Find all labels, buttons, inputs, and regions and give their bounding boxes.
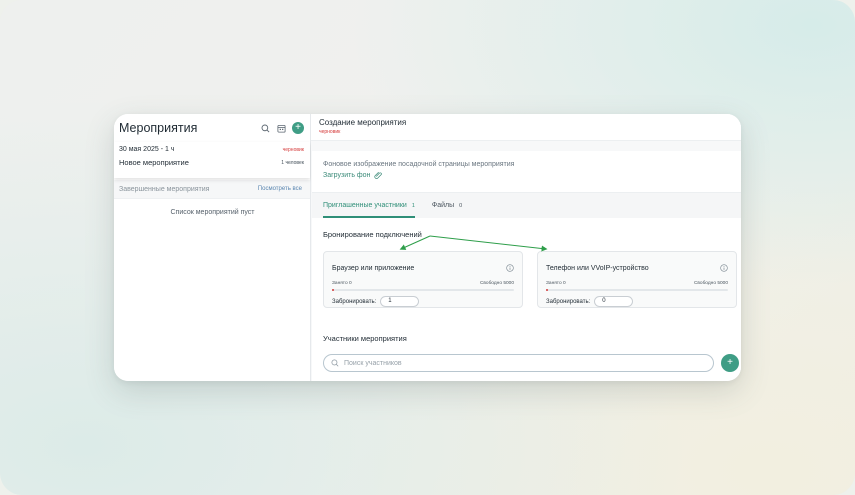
participants-title: Участники мероприятия: [323, 334, 407, 343]
completed-events-section: Завершенные мероприятия Посмотреть все: [114, 180, 310, 199]
editor-header: Создание мероприятия черновик: [311, 114, 741, 141]
card-title: Браузер или приложение: [332, 264, 415, 272]
phone-booking-card: Телефон или VVoIP-устройство Занято 0 Св…: [537, 251, 737, 308]
search-icon: [331, 359, 339, 367]
info-icon[interactable]: [720, 259, 728, 277]
tab-label: Файлы: [431, 202, 455, 209]
view-all-link[interactable]: Посмотреть все: [258, 186, 302, 192]
search-icon[interactable]: [259, 122, 271, 134]
calendar-icon[interactable]: [275, 122, 287, 134]
editor-tabs: Приглашенные участники 1 Файлы 0: [312, 192, 741, 218]
add-participant-button[interactable]: +: [721, 354, 739, 372]
event-name: Новое мероприятие: [119, 158, 189, 167]
info-icon[interactable]: [506, 259, 514, 277]
busy-count: Занято 0: [332, 281, 352, 286]
editor-content: Фоновое изображение посадочной страницы …: [312, 151, 741, 381]
event-list-item[interactable]: 30 мая 2025 - 1 ч черновик Новое меропри…: [114, 142, 310, 178]
browser-booking-card: Браузер или приложение Занято 0 Свободно…: [323, 251, 523, 308]
empty-list-message: Список мероприятий пуст: [170, 209, 255, 216]
background-section: Фоновое изображение посадочной страницы …: [312, 151, 741, 192]
event-status-badge: черновик: [282, 146, 304, 153]
tab-count: 0: [459, 202, 463, 209]
events-sidebar: Мероприятия + 30 мая 2025 - 1 ч черновик…: [114, 114, 311, 381]
tab-label: Приглашенные участники: [323, 202, 407, 209]
book-label: Забронировать:: [332, 298, 377, 305]
tab-invited-participants[interactable]: Приглашенные участники 1: [323, 193, 415, 218]
event-participants-count: 1 человек: [281, 159, 304, 166]
background-label: Фоновое изображение посадочной страницы …: [323, 161, 515, 168]
busy-count: Занято 0: [546, 281, 566, 286]
phone-booking-input[interactable]: 0: [594, 296, 634, 307]
free-count: Свободно 5000: [479, 281, 514, 286]
free-count: Свободно 5000: [693, 281, 728, 286]
upload-background-label: Загрузить фон: [323, 171, 371, 179]
usage-bar: [546, 289, 728, 291]
book-label: Забронировать:: [546, 298, 591, 305]
paperclip-icon: [374, 172, 383, 179]
draft-status: черновик: [319, 129, 341, 135]
completed-events-title: Завершенные мероприятия: [119, 185, 210, 193]
upload-background-link[interactable]: Загрузить фон: [323, 171, 730, 179]
sidebar-title: Мероприятия: [119, 121, 198, 135]
tab-count: 1: [411, 202, 415, 209]
sidebar-header: Мероприятия +: [114, 114, 310, 142]
browser-booking-input[interactable]: 1: [380, 296, 420, 307]
booking-title: Бронирование подключений: [323, 230, 422, 239]
app-window: Мероприятия + 30 мая 2025 - 1 ч черновик…: [114, 114, 741, 381]
search-placeholder: Поиск участников: [344, 359, 402, 367]
event-editor: Создание мероприятия черновик Фоновое из…: [311, 114, 741, 381]
tab-files[interactable]: Файлы 0: [432, 193, 462, 218]
participants-search-field[interactable]: Поиск участников: [323, 354, 714, 372]
event-date: 30 мая 2025 - 1 ч: [119, 146, 175, 153]
usage-bar: [332, 289, 514, 291]
add-event-button[interactable]: +: [292, 122, 304, 134]
page-title: Создание мероприятия: [319, 118, 407, 127]
card-title: Телефон или VVoIP-устройство: [546, 264, 649, 272]
